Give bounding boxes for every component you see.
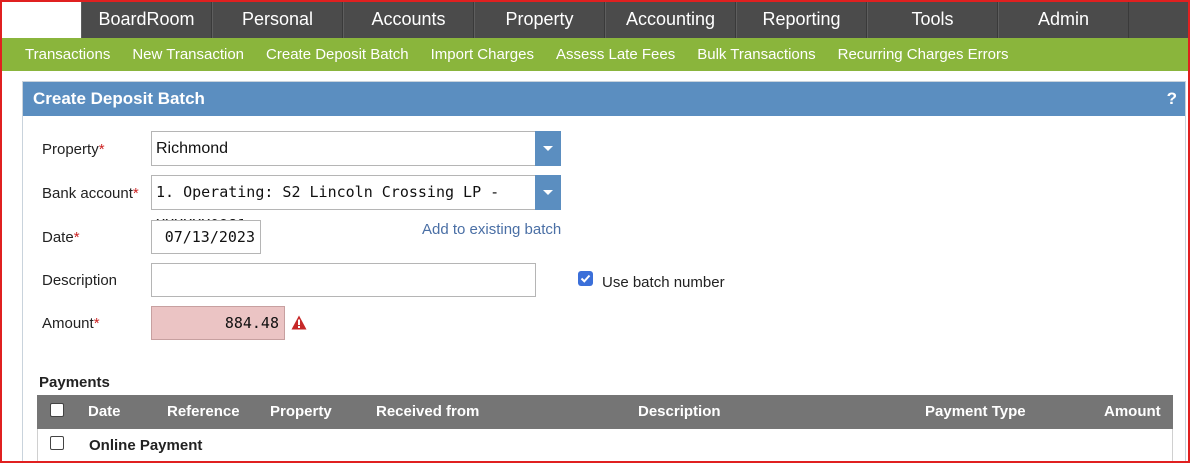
property-label-text: Property: [42, 141, 99, 158]
checkmark-icon: [580, 274, 591, 283]
row-checkbox[interactable]: [50, 436, 64, 450]
nav-admin[interactable]: Admin: [998, 0, 1129, 38]
nav-accounting[interactable]: Accounting: [605, 0, 736, 38]
required-marker: *: [132, 185, 139, 202]
subnav-recurring-charges-errors[interactable]: Recurring Charges Errors: [827, 46, 1020, 63]
column-amount[interactable]: Amount: [1104, 395, 1161, 429]
nav-tools[interactable]: Tools: [867, 0, 998, 38]
subnav-import-charges[interactable]: Import Charges: [420, 46, 545, 63]
sub-navigation: Transactions New Transaction Create Depo…: [0, 38, 1190, 71]
panel-header: Create Deposit Batch ?: [23, 82, 1185, 116]
column-payment-type[interactable]: Payment Type: [925, 395, 1026, 429]
subnav-new-transaction[interactable]: New Transaction: [121, 46, 255, 63]
bank-account-select-arrow[interactable]: [535, 175, 561, 210]
chevron-down-icon: [543, 190, 553, 195]
property-select-arrow[interactable]: [535, 131, 561, 166]
use-batch-number-label: Use batch number: [602, 274, 725, 291]
column-property[interactable]: Property: [270, 395, 332, 429]
column-received-from[interactable]: Received from: [376, 395, 479, 429]
chevron-down-icon: [543, 146, 553, 151]
amount-label-text: Amount: [42, 315, 94, 332]
payments-table-header: Date Reference Property Received from De…: [37, 395, 1173, 429]
date-label: Date*: [42, 229, 80, 246]
bank-account-select[interactable]: 1. Operating: S2 Lincoln Crossing LP - X…: [151, 175, 561, 234]
nav-accounts[interactable]: Accounts: [343, 0, 474, 38]
top-navigation: BoardRoom Personal Accounts Property Acc…: [0, 0, 1190, 38]
main-nav-bar: BoardRoom Personal Accounts Property Acc…: [81, 0, 1190, 38]
subnav-assess-late-fees[interactable]: Assess Late Fees: [545, 46, 686, 63]
column-description[interactable]: Description: [638, 395, 721, 429]
description-label: Description: [42, 272, 118, 289]
column-date[interactable]: Date: [88, 395, 121, 429]
table-row: Online Payment: [37, 429, 1173, 463]
payments-title: Payments: [39, 374, 110, 391]
bank-account-label-text: Bank account: [42, 185, 133, 202]
add-to-existing-batch-link[interactable]: Add to existing batch: [422, 221, 561, 238]
use-batch-number-checkbox[interactable]: [578, 271, 593, 286]
subnav-bulk-transactions[interactable]: Bulk Transactions: [686, 46, 826, 63]
help-icon[interactable]: ?: [1167, 82, 1177, 116]
description-input[interactable]: [151, 263, 536, 297]
required-marker: *: [73, 229, 80, 246]
property-label: Property*: [42, 141, 105, 158]
bank-account-label: Bank account*: [42, 185, 139, 202]
required-marker: *: [98, 141, 105, 158]
nav-personal[interactable]: Personal: [212, 0, 343, 38]
date-label-text: Date: [42, 229, 74, 246]
property-select[interactable]: Richmond: [151, 131, 561, 166]
property-select-value: Richmond: [156, 140, 229, 157]
panel-title: Create Deposit Batch: [33, 89, 205, 108]
select-all-checkbox[interactable]: [50, 403, 64, 417]
warning-icon: [291, 315, 307, 330]
amount-input[interactable]: 884.48: [151, 306, 285, 340]
row-group-label: Online Payment: [89, 437, 203, 454]
date-input[interactable]: 07/13/2023: [151, 220, 261, 254]
nav-reporting[interactable]: Reporting: [736, 0, 867, 38]
required-marker: *: [93, 315, 100, 332]
nav-property[interactable]: Property: [474, 0, 605, 38]
create-deposit-batch-panel: Create Deposit Batch ? Property* Richmon…: [22, 81, 1186, 463]
subnav-transactions[interactable]: Transactions: [14, 46, 121, 63]
nav-boardroom[interactable]: BoardRoom: [81, 0, 212, 38]
amount-label: Amount*: [42, 315, 100, 332]
column-reference[interactable]: Reference: [167, 395, 240, 429]
subnav-create-deposit-batch[interactable]: Create Deposit Batch: [255, 46, 420, 63]
